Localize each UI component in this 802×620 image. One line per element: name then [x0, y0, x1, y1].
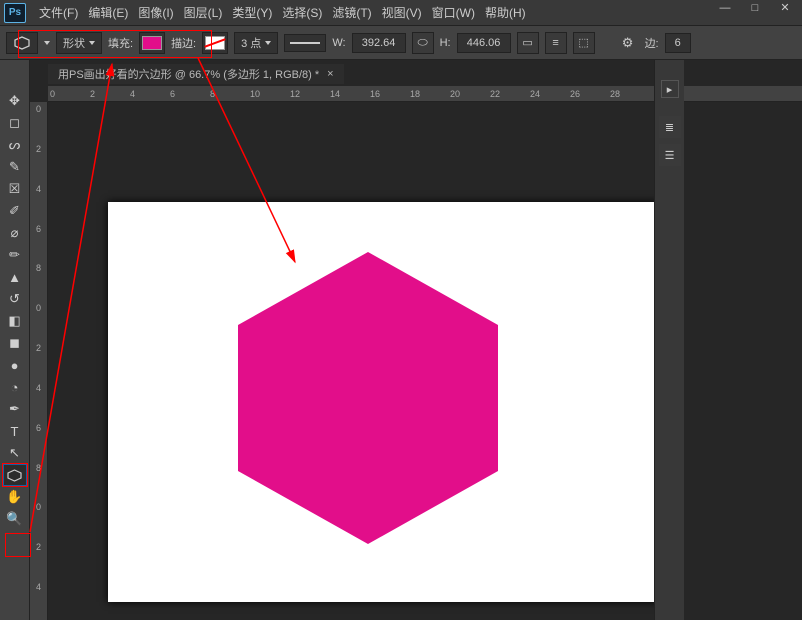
- crop-tool[interactable]: ☒: [3, 178, 27, 200]
- path-align-button[interactable]: ≡: [545, 32, 567, 54]
- stroke-width-input[interactable]: 3 点: [234, 32, 278, 54]
- document-tab[interactable]: 用PS画出好看的六边形 @ 66.7% (多边形 1, RGB/8) * ×: [48, 64, 344, 84]
- link-wh-button[interactable]: [412, 32, 434, 54]
- menu-edit[interactable]: 编辑(E): [83, 0, 133, 25]
- menu-filter[interactable]: 滤镜(T): [327, 0, 376, 25]
- path-arrange-button[interactable]: ⬚: [573, 32, 595, 54]
- zoom-tool[interactable]: 🔍: [3, 508, 27, 530]
- properties-panel-icon[interactable]: ☰: [659, 144, 681, 166]
- gear-icon: [622, 35, 634, 51]
- window-maximize[interactable]: □: [742, 0, 768, 17]
- window-controls: — □ ✕: [712, 0, 798, 21]
- window-close[interactable]: ✕: [772, 0, 798, 17]
- move-tool[interactable]: ✥: [3, 90, 27, 112]
- hexagon-icon: [14, 36, 30, 50]
- menu-layer[interactable]: 图层(L): [179, 0, 228, 25]
- pen-tool[interactable]: ✒: [3, 398, 27, 420]
- menu-window[interactable]: 窗口(W): [427, 0, 480, 25]
- hand-tool[interactable]: ✋: [3, 486, 27, 508]
- chevron-down-icon: [89, 41, 95, 45]
- path-select-tool[interactable]: ↖: [3, 442, 27, 464]
- stroke-width-value: 3 点: [241, 35, 261, 51]
- brush-tool[interactable]: ✏: [3, 244, 27, 266]
- document-tab-label: 用PS画出好看的六边形 @ 66.7% (多边形 1, RGB/8) *: [58, 66, 319, 82]
- no-stroke-icon: [205, 36, 225, 50]
- dodge-tool[interactable]: ◔: [3, 376, 27, 398]
- canvas-area[interactable]: [48, 102, 802, 620]
- menu-view[interactable]: 视图(V): [377, 0, 427, 25]
- menu-type[interactable]: 类型(Y): [227, 0, 277, 25]
- eraser-tool[interactable]: ◧: [3, 310, 27, 332]
- fill-swatch[interactable]: [139, 32, 165, 54]
- fill-color-icon: [142, 36, 162, 50]
- stamp-tool[interactable]: ▲: [3, 266, 27, 288]
- shape-mode-label: 形状: [63, 35, 85, 51]
- menu-select[interactable]: 选择(S): [277, 0, 327, 25]
- app-logo: Ps: [4, 3, 26, 23]
- close-tab-icon[interactable]: ×: [327, 68, 333, 80]
- height-label: H:: [440, 37, 451, 49]
- canvas-stage: 用PS画出好看的六边形 @ 66.7% (多边形 1, RGB/8) * × 0…: [30, 60, 802, 620]
- geometry-options[interactable]: [617, 32, 639, 54]
- window-minimize[interactable]: —: [712, 0, 738, 17]
- collapse-toggle-icon[interactable]: ▸: [661, 80, 679, 98]
- width-label: W:: [332, 37, 345, 49]
- ruler-vertical: 0246802468024: [30, 102, 48, 620]
- blur-tool[interactable]: ●: [3, 354, 27, 376]
- history-panel-icon[interactable]: ≣: [659, 116, 681, 138]
- eyedropper-tool[interactable]: ✐: [3, 200, 27, 222]
- stroke-label: 描边:: [171, 35, 196, 51]
- quick-select-tool[interactable]: ✎: [3, 156, 27, 178]
- lasso-tool[interactable]: ᔕ: [3, 134, 27, 156]
- path-ops-button[interactable]: ▭: [517, 32, 539, 54]
- hexagon-icon: [7, 469, 22, 482]
- history-brush-tool[interactable]: ↺: [3, 288, 27, 310]
- chevron-down-icon: [265, 41, 271, 45]
- menu-file[interactable]: 文件(F): [34, 0, 83, 25]
- link-icon: [417, 35, 427, 50]
- toolbox: ✥ ◻ ᔕ ✎ ☒ ✐ ⌀ ✏ ▲ ↺ ◧ ◼ ● ◔ ✒ T ↖ ✋ 🔍: [0, 60, 30, 620]
- canvas-paper[interactable]: [108, 202, 658, 602]
- gradient-tool[interactable]: ◼: [3, 332, 27, 354]
- shape-mode-dropdown[interactable]: 形状: [56, 32, 102, 54]
- width-input[interactable]: [352, 33, 406, 53]
- sides-input[interactable]: [665, 33, 691, 53]
- type-tool[interactable]: T: [3, 420, 27, 442]
- sides-label: 边:: [645, 35, 659, 51]
- tool-indicator-polygon[interactable]: [6, 32, 38, 54]
- tool-preset-dropdown-icon[interactable]: [44, 41, 50, 45]
- polygon-shape-tool[interactable]: [3, 464, 27, 486]
- menu-image[interactable]: 图像(I): [133, 0, 178, 25]
- menu-help[interactable]: 帮助(H): [480, 0, 531, 25]
- stroke-swatch[interactable]: [202, 32, 228, 54]
- healing-tool[interactable]: ⌀: [3, 222, 27, 244]
- marquee-tool[interactable]: ◻: [3, 112, 27, 134]
- hexagon-shape[interactable]: [238, 252, 498, 544]
- options-bar: 形状 填充: 描边: 3 点 W: H: ▭ ≡ ⬚ 边:: [0, 26, 802, 60]
- height-input[interactable]: [457, 33, 511, 53]
- panel-dock-collapsed: ▸ ≣ ☰: [654, 60, 684, 620]
- menu-bar: Ps 文件(F) 编辑(E) 图像(I) 图层(L) 类型(Y) 选择(S) 滤…: [0, 0, 802, 26]
- stroke-style-dropdown[interactable]: [284, 34, 326, 52]
- ruler-horizontal: 0246810121416182022242628: [48, 86, 802, 102]
- fill-label: 填充:: [108, 35, 133, 51]
- hexagon-graphic: [238, 252, 498, 544]
